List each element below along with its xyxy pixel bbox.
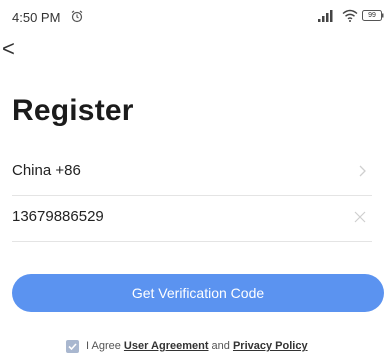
phone-input[interactable]: 13679886529 (12, 196, 384, 242)
back-button[interactable]: < (2, 38, 26, 62)
agree-prefix: I Agree (86, 340, 124, 352)
chevron-right-icon (359, 165, 366, 177)
page-title: Register (12, 94, 134, 127)
status-bar: 4:50 PM 99 (0, 0, 384, 30)
user-agreement-link[interactable]: User Agreement (124, 340, 209, 352)
country-selector[interactable]: China +86 (12, 150, 384, 196)
country-value: China +86 (12, 162, 81, 179)
divider (12, 241, 372, 242)
alarm-clock-icon (71, 10, 83, 23)
get-verification-code-button[interactable]: Get Verification Code (12, 274, 384, 312)
chevron-left-icon: < (2, 36, 15, 61)
wifi-icon (342, 9, 358, 22)
cellular-signal-icon (318, 10, 333, 22)
phone-value: 13679886529 (12, 208, 104, 225)
agree-conjunction: and (208, 340, 233, 352)
privacy-policy-link[interactable]: Privacy Policy (233, 340, 308, 352)
clear-icon[interactable] (354, 211, 366, 223)
status-time: 4:50 PM (12, 10, 61, 25)
agree-checkbox[interactable] (66, 340, 79, 353)
checkmark-icon (68, 343, 77, 351)
agreement-text: I Agree User Agreement and Privacy Polic… (86, 340, 308, 353)
battery-level: 99 (368, 12, 376, 19)
